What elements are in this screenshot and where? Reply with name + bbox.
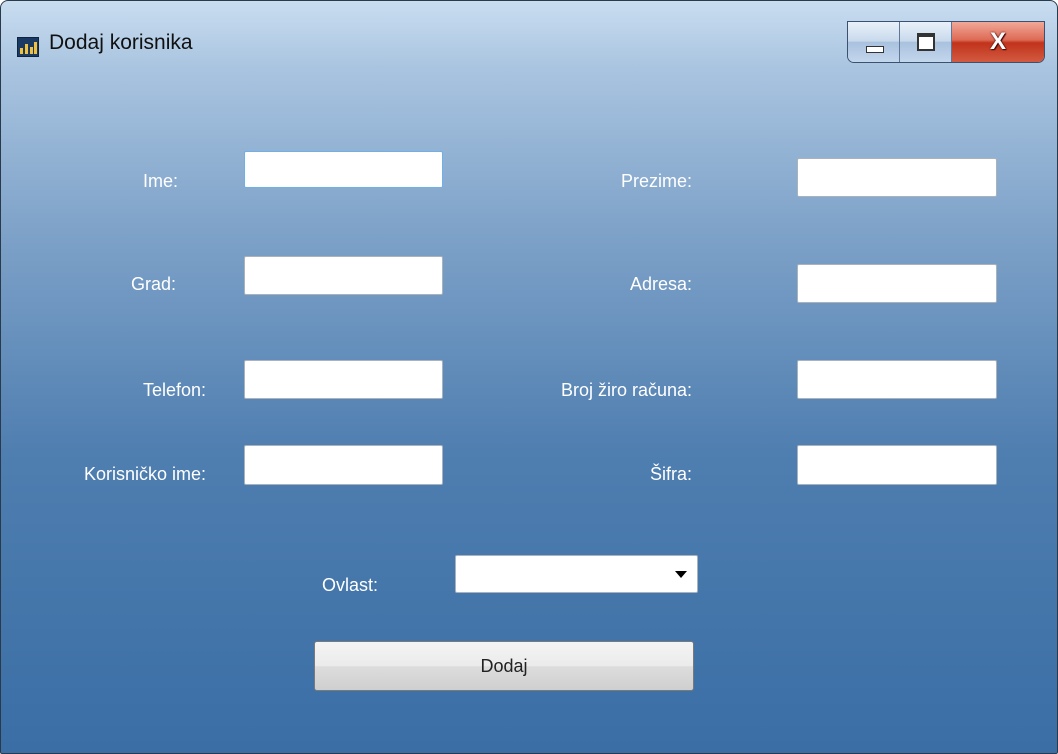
maximize-button[interactable] [900, 22, 952, 62]
telefon-label: Telefon: [142, 380, 206, 400]
grad-label: Grad: [130, 274, 176, 294]
dodaj-button[interactable]: Dodaj [314, 641, 694, 691]
close-icon: X [989, 28, 1006, 55]
sifra-field[interactable] [797, 445, 997, 485]
caption-buttons: X [847, 21, 1045, 63]
adresa-field[interactable] [797, 264, 997, 303]
prezime-field[interactable] [797, 158, 997, 197]
ovlast-dropdown[interactable] [455, 555, 698, 593]
korisnicko-ime-field[interactable] [244, 445, 443, 485]
korisnicko-ime-label: Korisničko ime: [83, 464, 206, 484]
adresa-label: Adresa: [629, 274, 692, 294]
grad-field[interactable] [244, 256, 443, 295]
ime-field[interactable] [244, 151, 443, 188]
minimize-icon [866, 46, 884, 53]
broj-ziro-racuna-label: Broj žiro računa: [560, 380, 692, 400]
title-bar[interactable]: Dodaj korisnika X [1, 1, 1057, 71]
broj-ziro-racuna-field[interactable] [797, 360, 997, 399]
telefon-field[interactable] [244, 360, 443, 399]
prezime-label: Prezime: [620, 171, 692, 191]
ime-label: Ime: [142, 171, 178, 191]
maximize-icon [917, 33, 935, 51]
ovlast-label: Ovlast: [321, 575, 378, 595]
window-title: Dodaj korisnika [49, 31, 193, 54]
dropdown-arrow-icon[interactable] [675, 571, 687, 578]
close-button[interactable]: X [952, 22, 1044, 62]
minimize-button[interactable] [848, 22, 900, 62]
sifra-label: Šifra: [649, 464, 692, 484]
app-icon[interactable] [17, 37, 39, 57]
